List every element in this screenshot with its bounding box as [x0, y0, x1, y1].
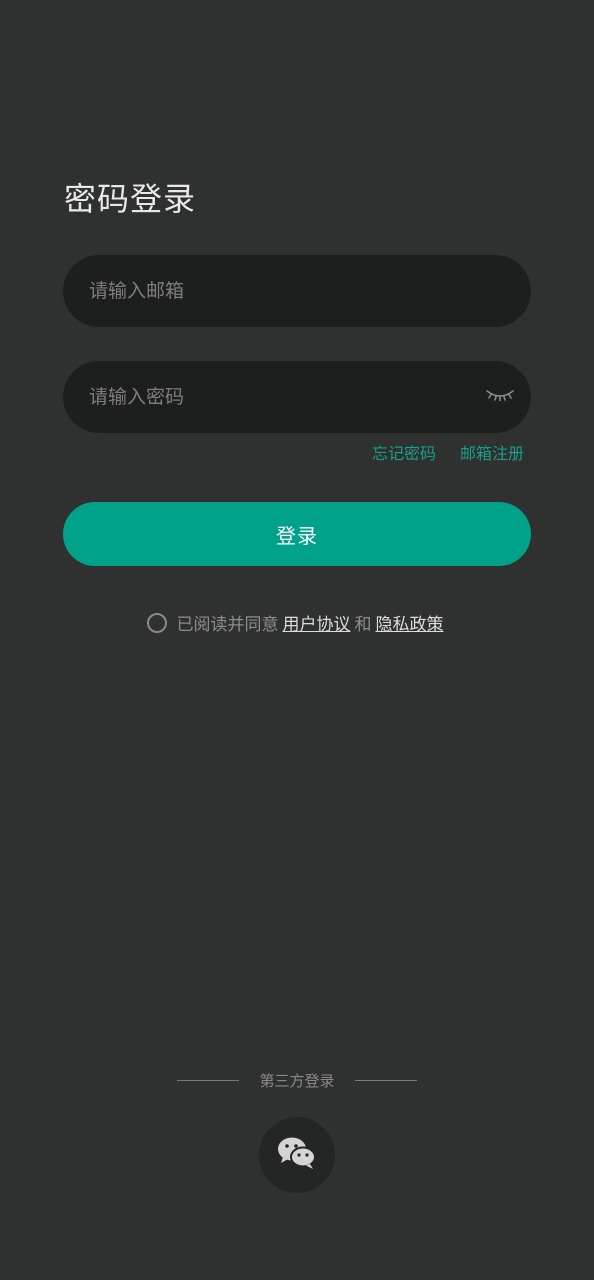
- agreement-prefix: 已阅读并同意: [176, 615, 279, 635]
- wechat-icon: [277, 1136, 317, 1174]
- email-register-link[interactable]: 邮箱注册: [460, 444, 524, 464]
- divider-line-right: [354, 1080, 417, 1081]
- third-party-label: 第三方登录: [259, 1072, 335, 1090]
- page-title: 密码登录: [64, 180, 197, 218]
- user-agreement-link[interactable]: 用户协议: [283, 610, 351, 635]
- forgot-password-link[interactable]: 忘记密码: [372, 444, 436, 464]
- password-input[interactable]: [89, 361, 459, 433]
- eye-closed-icon[interactable]: [485, 385, 515, 407]
- password-field-container: [63, 361, 531, 433]
- privacy-policy-link[interactable]: 隐私政策: [376, 610, 444, 635]
- wechat-login-button[interactable]: [259, 1117, 335, 1193]
- login-button[interactable]: 登录: [63, 502, 531, 566]
- agreement-row: 已阅读并同意 用户协议 和 隐私政策: [0, 610, 594, 635]
- agree-checkbox[interactable]: [146, 612, 167, 633]
- divider-line-left: [177, 1080, 240, 1081]
- auth-links: 忘记密码 邮箱注册: [372, 444, 524, 464]
- email-input[interactable]: [89, 255, 459, 327]
- agreement-and: 和: [354, 615, 372, 635]
- email-field-container: [63, 255, 531, 327]
- third-party-divider: 第三方登录: [0, 1070, 594, 1091]
